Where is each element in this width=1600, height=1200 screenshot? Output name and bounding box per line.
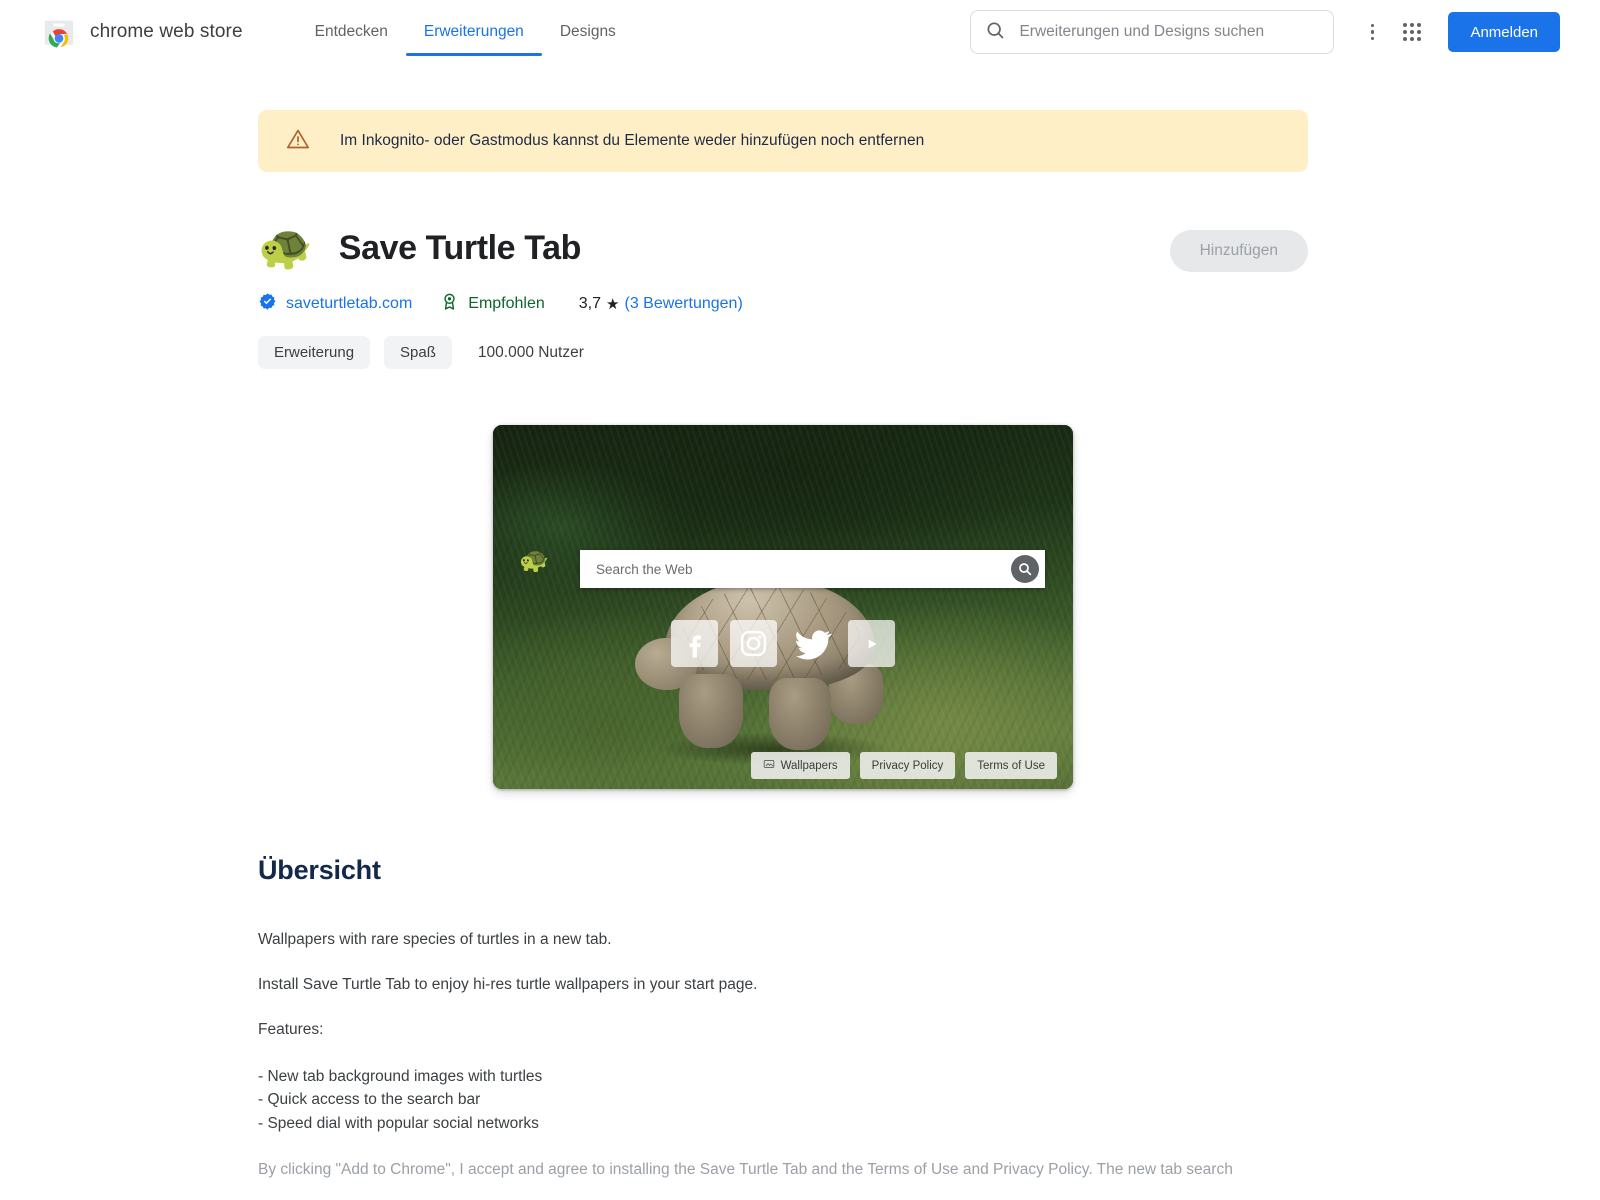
screenshot-preview[interactable]: 🐢 Search the Web Wallpapers Privacy Poli… bbox=[493, 425, 1073, 789]
award-ribbon-icon bbox=[440, 292, 459, 316]
description-paragraph-2: Install Save Turtle Tab to enjoy hi-res … bbox=[258, 975, 758, 993]
brand-home-link[interactable]: chrome web store bbox=[42, 15, 243, 49]
verified-badge-icon bbox=[258, 292, 277, 316]
listing-tags: Erweiterung Spaß 100.000 Nutzer bbox=[258, 336, 1308, 369]
user-count: 100.000 Nutzer bbox=[477, 343, 584, 361]
listing-meta: saveturtletab.com Empfohlen 3,7 ★ (3 Bew… bbox=[258, 292, 1308, 316]
search-input[interactable] bbox=[1017, 22, 1320, 42]
star-icon: ★ bbox=[606, 296, 620, 313]
media-gallery: 🐢 Search the Web Wallpapers Privacy Poli… bbox=[258, 425, 1308, 789]
tab-designs[interactable]: Designs bbox=[542, 0, 634, 64]
featured-label: Empfohlen bbox=[468, 295, 545, 312]
overview-description: Wallpapers with rare species of turtles … bbox=[258, 930, 1308, 1181]
preview-footer-links: Wallpapers Privacy Policy Terms of Use bbox=[750, 752, 1057, 779]
page-body: Im Inkognito- oder Gastmodus kannst du E… bbox=[0, 110, 1600, 1181]
brand-name: chrome web store bbox=[90, 21, 243, 42]
overview-heading: Übersicht bbox=[258, 855, 381, 885]
wallpapers-button[interactable]: Wallpapers bbox=[750, 752, 850, 779]
privacy-policy-button[interactable]: Privacy Policy bbox=[859, 752, 956, 779]
feature-item: - New tab background images with turtles bbox=[258, 1067, 543, 1085]
listing-identity: 🐢 Save Turtle Tab bbox=[258, 226, 581, 270]
content-column: Im Inkognito- oder Gastmodus kannst du E… bbox=[258, 110, 1308, 1181]
tag-erweiterung[interactable]: Erweiterung bbox=[258, 336, 371, 369]
instagram-icon[interactable] bbox=[730, 620, 777, 667]
youtube-icon[interactable] bbox=[848, 620, 895, 667]
incognito-warning-banner: Im Inkognito- oder Gastmodus kannst du E… bbox=[258, 110, 1308, 172]
feature-item: - Speed dial with popular social network… bbox=[258, 1115, 539, 1133]
features-heading: Features: bbox=[258, 1020, 324, 1038]
preview-search-bar[interactable]: Search the Web bbox=[580, 550, 1045, 588]
tab-entdecken[interactable]: Entdecken bbox=[297, 0, 406, 64]
turtle-emoji-icon: 🐢 bbox=[258, 223, 313, 272]
description-paragraph-1: Wallpapers with rare species of turtles … bbox=[258, 931, 612, 948]
facebook-icon[interactable] bbox=[671, 620, 718, 667]
wallpaper-icon bbox=[763, 758, 775, 773]
warning-triangle-icon bbox=[286, 127, 310, 156]
google-apps-grid-icon[interactable] bbox=[1392, 12, 1432, 52]
install-disclaimer: By clicking "Add to Chrome", I accept an… bbox=[258, 1160, 1233, 1178]
page-title: Save Turtle Tab bbox=[338, 228, 582, 267]
signin-button[interactable]: Anmelden bbox=[1448, 12, 1560, 52]
feature-item: - Quick access to the search bar bbox=[258, 1091, 481, 1109]
wallpapers-label: Wallpapers bbox=[780, 759, 838, 772]
features-list: - New tab background images with turtles… bbox=[258, 1065, 1308, 1136]
developer-website-link[interactable]: saveturtletab.com bbox=[258, 292, 412, 316]
preview-search-placeholder: Search the Web bbox=[596, 561, 693, 577]
site-header: chrome web store Entdecken Erweiterungen… bbox=[0, 0, 1600, 64]
header-actions: Anmelden bbox=[970, 10, 1560, 54]
chrome-web-store-bag-icon bbox=[42, 15, 76, 49]
tag-spass[interactable]: Spaß bbox=[384, 336, 452, 369]
search-icon bbox=[985, 20, 1005, 45]
terms-of-use-button[interactable]: Terms of Use bbox=[965, 752, 1057, 779]
banner-text: Im Inkognito- oder Gastmodus kannst du E… bbox=[340, 132, 925, 149]
featured-badge: Empfohlen bbox=[440, 292, 545, 316]
primary-nav: Entdecken Erweiterungen Designs bbox=[297, 0, 634, 64]
preview-turtle-emoji-icon: 🐢 bbox=[519, 547, 549, 574]
speed-dial-row bbox=[671, 620, 895, 667]
developer-website-label: saveturtletab.com bbox=[286, 295, 413, 312]
tab-erweiterungen[interactable]: Erweiterungen bbox=[405, 0, 542, 64]
search-box[interactable] bbox=[970, 10, 1335, 54]
rating-value: 3,7 bbox=[578, 295, 602, 312]
reviews-link[interactable]: (3 Bewertungen) bbox=[624, 295, 742, 313]
preview-search-icon[interactable] bbox=[1011, 555, 1039, 583]
more-vertical-icon[interactable] bbox=[1352, 12, 1392, 52]
add-button[interactable]: Hinzufügen bbox=[1169, 230, 1308, 272]
listing-header: 🐢 Save Turtle Tab Hinzufügen bbox=[258, 226, 1308, 272]
twitter-icon[interactable] bbox=[789, 620, 836, 667]
rating-block: 3,7 ★ (3 Bewertungen) bbox=[579, 295, 743, 313]
